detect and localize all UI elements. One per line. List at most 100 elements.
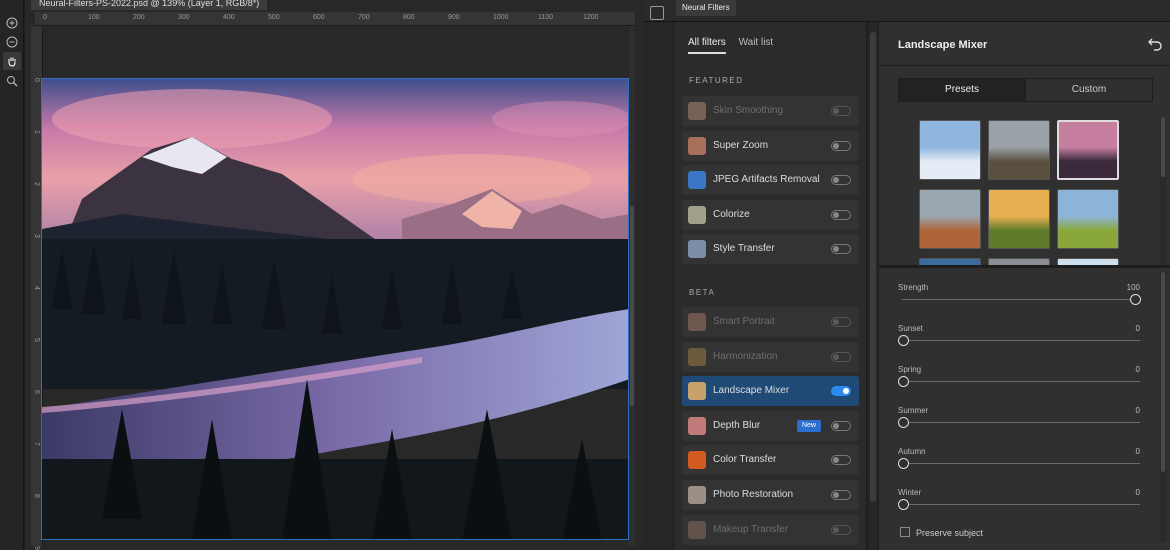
panel-collapse-icon[interactable] bbox=[650, 6, 664, 20]
filter-item-super-zoom[interactable]: Super Zoom bbox=[682, 130, 859, 161]
settings-scrollbar[interactable] bbox=[1160, 272, 1166, 542]
filter-toggle[interactable] bbox=[831, 106, 851, 116]
filter-label: Smart Portrait bbox=[713, 316, 775, 327]
filter-thumbnail bbox=[688, 136, 706, 155]
filter-toggle[interactable] bbox=[831, 244, 851, 255]
slider-label: Strength bbox=[898, 283, 929, 292]
filter-item-landscape-mixer[interactable]: Landscape Mixer bbox=[682, 376, 859, 407]
canvas-image[interactable] bbox=[41, 78, 629, 540]
filter-thumbnail bbox=[688, 382, 706, 401]
ruler-h-tick: 600 bbox=[313, 14, 325, 21]
filter-label: Style Transfer bbox=[713, 243, 775, 255]
filter-toggle[interactable] bbox=[831, 455, 851, 466]
filter-item-photo-restoration[interactable]: Photo Restoration bbox=[682, 480, 859, 510]
filter-item-depth-blur[interactable]: Depth Blur New bbox=[682, 410, 859, 441]
document-scrollbar[interactable] bbox=[629, 26, 635, 546]
neural-filters-tab[interactable]: Neural Filters bbox=[676, 0, 736, 16]
sunset-reflection-preset[interactable] bbox=[1057, 120, 1119, 180]
slider-value: 0 bbox=[1135, 324, 1140, 333]
filter-toggle[interactable] bbox=[831, 420, 851, 431]
featured-heading: FEATURED bbox=[689, 76, 744, 85]
ruler-v-tick: 1 bbox=[33, 130, 40, 134]
filter-item-colorize[interactable]: Colorize bbox=[682, 199, 859, 230]
mountain-valley-preset[interactable] bbox=[988, 120, 1050, 180]
zoom-out-icon[interactable] bbox=[3, 33, 21, 51]
document-scroll-thumb[interactable] bbox=[630, 206, 634, 406]
green-meadow-preset[interactable] bbox=[1057, 189, 1119, 249]
slider-handle[interactable] bbox=[898, 335, 909, 346]
slider-label: Sunset bbox=[898, 324, 923, 333]
slider-handle[interactable] bbox=[898, 458, 909, 469]
winter-lake-preset[interactable] bbox=[919, 120, 981, 180]
slider-track[interactable] bbox=[902, 422, 1140, 423]
filter-list-scroll-thumb[interactable] bbox=[870, 32, 876, 502]
filter-toggle[interactable] bbox=[831, 317, 851, 327]
horizontal-ruler: 0 100 200 300 400 500 600 700 800 900 1000 1100 1200 bbox=[35, 12, 635, 26]
slider-track[interactable] bbox=[902, 340, 1140, 341]
slider-track[interactable] bbox=[902, 463, 1140, 464]
filter-toggle[interactable] bbox=[831, 351, 851, 362]
filter-item-skin-smoothing[interactable]: Skin Smoothing bbox=[682, 96, 859, 126]
filter-item-smart-portrait[interactable]: Smart Portrait bbox=[682, 307, 859, 337]
filter-toggle[interactable] bbox=[831, 140, 851, 151]
custom-tab[interactable]: Custom bbox=[1026, 79, 1152, 101]
zoom-in-icon[interactable] bbox=[3, 14, 21, 32]
filter-toggle[interactable] bbox=[831, 490, 851, 500]
filter-list-tabs: All filters Wait list bbox=[688, 37, 783, 54]
filter-thumbnail bbox=[688, 416, 706, 435]
preset-thumbnail-partial[interactable] bbox=[988, 258, 1050, 265]
slider-label: Autumn bbox=[898, 447, 926, 456]
slider-track[interactable] bbox=[902, 504, 1140, 505]
presets-tab[interactable]: Presets bbox=[899, 79, 1026, 101]
tab-wait-list[interactable]: Wait list bbox=[739, 37, 774, 48]
filter-toggle[interactable] bbox=[831, 524, 851, 535]
filter-item-makeup-transfer[interactable]: Makeup Transfer bbox=[682, 514, 859, 545]
slider-handle[interactable] bbox=[898, 499, 909, 510]
filter-settings-panel: Landscape Mixer Presets Custom Preserve … bbox=[879, 22, 1170, 550]
gallery-scroll-thumb[interactable] bbox=[1161, 117, 1165, 177]
ruler-v-tick: 0 bbox=[33, 78, 40, 82]
filter-item-style-transfer[interactable]: Style Transfer bbox=[682, 234, 859, 265]
filter-thumbnail bbox=[688, 486, 706, 504]
slider-track[interactable] bbox=[902, 381, 1140, 382]
preserve-subject-label: Preserve subject bbox=[916, 528, 984, 538]
document-tab[interactable]: Neural-Filters-PS-2022.psd @ 139% (Layer… bbox=[31, 0, 268, 10]
slider-handle[interactable] bbox=[898, 376, 909, 387]
filter-label: Photo Restoration bbox=[713, 489, 794, 500]
magnifier-icon[interactable] bbox=[3, 72, 21, 90]
preset-thumbnail-partial[interactable] bbox=[1057, 258, 1119, 265]
preserve-subject-checkbox[interactable] bbox=[900, 527, 910, 537]
filter-toggle[interactable] bbox=[831, 386, 851, 397]
settings-scroll-thumb[interactable] bbox=[1161, 272, 1165, 472]
panel-side-strip bbox=[643, 22, 673, 550]
filter-item-jpeg-artifacts-removal[interactable]: JPEG Artifacts Removal bbox=[682, 165, 859, 196]
preset-thumbnail-partial[interactable] bbox=[919, 258, 981, 265]
filter-thumbnail bbox=[688, 240, 706, 259]
photoshop-window: { "document": { "tab_title": "Neural-Fil… bbox=[0, 0, 1170, 550]
slider-sunset: Sunset 0 bbox=[898, 324, 1140, 364]
preserve-subject-row[interactable]: Preserve subject bbox=[900, 527, 983, 538]
gallery-scrollbar[interactable] bbox=[1160, 117, 1166, 267]
slider-autumn: Autumn 0 bbox=[898, 447, 1140, 487]
slider-value: 0 bbox=[1135, 488, 1140, 497]
filter-label: Harmonization bbox=[713, 350, 778, 362]
filter-thumbnail bbox=[688, 171, 706, 190]
filter-list-scrollbar[interactable] bbox=[868, 22, 878, 550]
filter-label: Colorize bbox=[713, 208, 750, 220]
filter-toggle[interactable] bbox=[831, 175, 851, 186]
slider-label: Winter bbox=[898, 488, 922, 497]
filter-toggle[interactable] bbox=[831, 209, 851, 220]
filter-item-color-transfer[interactable]: Color Transfer bbox=[682, 445, 859, 476]
slider-strength: Strength 100 bbox=[898, 283, 1141, 323]
slider-handle[interactable] bbox=[1130, 294, 1141, 305]
slider-summer: Summer 0 bbox=[898, 406, 1140, 446]
filter-item-harmonization[interactable]: Harmonization bbox=[682, 341, 859, 372]
golden-hills-preset[interactable] bbox=[988, 189, 1050, 249]
tab-all-filters[interactable]: All filters bbox=[688, 37, 726, 54]
reset-icon[interactable] bbox=[1147, 37, 1163, 51]
preset-custom-toggle: Presets Custom bbox=[898, 78, 1153, 102]
canyon-preset[interactable] bbox=[919, 189, 981, 249]
hand-tool-icon[interactable] bbox=[3, 52, 21, 70]
slider-track[interactable] bbox=[902, 299, 1140, 300]
slider-handle[interactable] bbox=[898, 417, 909, 428]
